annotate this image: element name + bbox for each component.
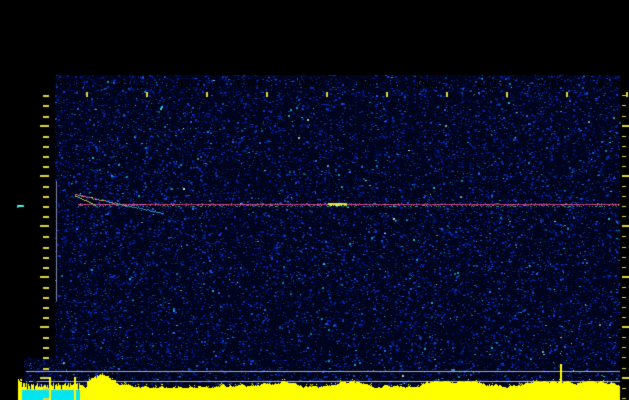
y-axis-tick-label: 1.0: [18, 170, 38, 183]
mode-label: meteor: [122, 26, 162, 39]
x-axis-tick-label: 0301: [57, 77, 84, 90]
x-axis-tick-label: 0305: [297, 77, 324, 90]
field-label: Antenna: [180, 40, 224, 53]
x-axis-tick-label: 0310: [597, 77, 624, 90]
field-value: HB9CV Zenith dir.: [296, 40, 409, 53]
x-axis-tick-label: 0303: [177, 77, 204, 90]
y-axis-unit-label: kHz: [2, 75, 22, 88]
y-axis-tick-label: 1.1: [18, 120, 38, 133]
x-axis-tick-label: 0309: [537, 77, 564, 90]
x-axis-tick-label: 0308: [477, 77, 504, 90]
observation-datetime: 25.11.23 03:00: [18, 41, 111, 54]
y-axis-tick-label: 0.7: [18, 321, 38, 334]
app-title: H R O F F T: [48, 2, 168, 17]
meteor-count: 3: [140, 41, 147, 54]
metadata-row: Antenna : HB9CV Zenith dir.: [180, 41, 528, 52]
field-separator: :: [288, 40, 295, 53]
x-axis-tick-label: 0304: [237, 77, 264, 90]
station-metadata: Observer : JL2TBB Receiving Location : H…: [180, 8, 528, 52]
hrofft-screen: H R O F F T 2511230300.png meteor 25.11.…: [0, 0, 629, 400]
x-axis-tick-label: 0302: [117, 77, 144, 90]
x-axis-tick-label: 0306: [357, 77, 384, 90]
y-axis-tick-label: 0.8: [18, 271, 38, 284]
output-filename: 2511230300.png: [18, 19, 111, 32]
y-axis-tick-label: 0.6: [18, 372, 38, 385]
spectrogram-canvas: [0, 0, 629, 400]
y-axis-tick-label: 0.9: [18, 220, 38, 233]
x-axis-tick-label: 0307: [417, 77, 444, 90]
